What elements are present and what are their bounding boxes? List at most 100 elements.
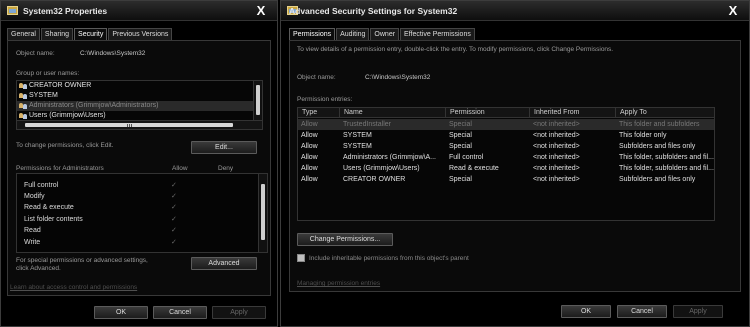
list-item[interactable]: CREATOR OWNER — [17, 81, 253, 91]
cancel-button[interactable]: Cancel — [617, 305, 667, 318]
table-row[interactable]: Allow SYSTEM Special <not inherited> Thi… — [298, 130, 714, 141]
allow-check: ✓ — [171, 216, 177, 223]
cell-apply-to: Subfolders and files only — [619, 143, 696, 150]
cell-inherited-from: <not inherited> — [533, 143, 580, 150]
tab-auditing[interactable]: Auditing — [336, 28, 370, 40]
cell-permission: Special — [449, 121, 472, 128]
tab-permissions[interactable]: Permissions — [289, 28, 336, 40]
cell-permission: Full control — [449, 154, 484, 161]
title-bar[interactable]: System32 Properties X — [1, 1, 277, 21]
object-name-label: Object name: — [16, 50, 55, 57]
cell-name: Administrators (Grimmjow\A... — [343, 154, 436, 161]
allow-check: ✓ — [171, 227, 177, 234]
cell-inherited-from: <not inherited> — [533, 121, 580, 128]
scroll-thumb[interactable] — [256, 85, 260, 115]
include-inheritable-label: Include inheritable permissions from thi… — [309, 255, 469, 262]
group-list: CREATOR OWNER SYSTEM Administrators (Gri… — [16, 80, 263, 130]
column-header-type[interactable]: Type — [298, 108, 340, 118]
include-inheritable-checkbox[interactable] — [297, 254, 305, 262]
cell-apply-to: Subfolders and files only — [619, 176, 696, 183]
deny-header: Deny — [218, 165, 234, 172]
grip — [127, 124, 128, 127]
cell-inherited-from: <not inherited> — [533, 176, 580, 183]
allow-check: ✓ — [171, 193, 177, 200]
ok-button[interactable]: OK — [94, 306, 148, 319]
scroll-thumb[interactable] — [261, 184, 265, 240]
table-row[interactable]: Allow TrustedInstaller Special <not inhe… — [298, 119, 714, 130]
tab-strip: General Sharing Security Previous Versio… — [7, 28, 173, 40]
security-panel: Object name: C:\Windows\System32 Group o… — [7, 40, 271, 296]
tab-strip: Permissions Auditing Owner Effective Per… — [289, 28, 476, 40]
apply-button[interactable]: Apply — [673, 305, 723, 318]
object-name-value: C:\Windows\System32 — [80, 50, 146, 57]
column-header-name[interactable]: Name — [340, 108, 446, 118]
cell-name: SYSTEM — [343, 143, 372, 150]
close-button[interactable]: X — [723, 2, 743, 19]
grip — [129, 124, 130, 127]
permission-list-vscrollbar[interactable] — [258, 174, 267, 252]
group-name: SYSTEM — [29, 92, 58, 99]
cell-type: Allow — [301, 165, 318, 172]
group-list-hscrollbar[interactable] — [17, 120, 262, 129]
window-title: System32 Properties — [23, 6, 108, 16]
tab-previous-versions[interactable]: Previous Versions — [108, 28, 173, 40]
permission-list: Full control ✓ Modify ✓ Read & execute ✓… — [16, 173, 268, 253]
special-permissions-text: For special permissions or advanced sett… — [16, 257, 148, 264]
column-header-inherited-from[interactable]: Inherited From — [530, 108, 616, 118]
cancel-button[interactable]: Cancel — [153, 306, 207, 319]
table-header: Type Name Permission Inherited From Appl… — [298, 108, 714, 118]
permission-name: Read & execute — [24, 204, 74, 211]
group-list-vscrollbar[interactable] — [253, 81, 262, 121]
permissions-header: Permissions for Administrators — [16, 165, 104, 172]
edit-button[interactable]: Edit... — [191, 141, 257, 154]
table-row[interactable]: Allow Administrators (Grimmjow\A... Full… — [298, 152, 714, 163]
cell-inherited-from: <not inherited> — [533, 154, 580, 161]
cell-apply-to: This folder and subfolders — [619, 121, 700, 128]
cell-permission: Special — [449, 143, 472, 150]
table-row[interactable]: Allow CREATOR OWNER Special <not inherit… — [298, 174, 714, 185]
column-header-apply-to[interactable]: Apply To — [616, 108, 716, 118]
window-title: Advanced Security Settings for System32 — [289, 6, 458, 16]
managing-permission-entries-link[interactable]: Managing permission entries — [297, 280, 380, 287]
folder-icon — [7, 6, 18, 15]
change-permissions-hint: To change permissions, click Edit. — [16, 142, 114, 149]
apply-button[interactable]: Apply — [212, 306, 266, 319]
allow-check: ✓ — [171, 204, 177, 211]
cell-name: TrustedInstaller — [343, 121, 391, 128]
user-group-icon — [19, 83, 28, 89]
cell-inherited-from: <not inherited> — [533, 132, 580, 139]
tab-owner[interactable]: Owner — [370, 28, 400, 40]
tab-effective-permissions[interactable]: Effective Permissions — [400, 28, 475, 40]
learn-access-control-link[interactable]: Learn about access control and permissio… — [10, 284, 137, 291]
cell-permission: Special — [449, 176, 472, 183]
title-bar[interactable]: Advanced Security Settings for System32 … — [281, 1, 749, 21]
advanced-button[interactable]: Advanced — [191, 257, 257, 270]
user-group-icon — [19, 103, 28, 109]
cell-apply-to: This folder, subfolders and fil... — [619, 165, 714, 172]
ok-button[interactable]: OK — [561, 305, 611, 318]
special-permissions-text: click Advanced. — [16, 265, 61, 272]
table-row[interactable]: Allow SYSTEM Special <not inherited> Sub… — [298, 141, 714, 152]
cell-type: Allow — [301, 143, 318, 150]
list-item[interactable]: SYSTEM — [17, 91, 253, 101]
permission-entries-label: Permission entries: — [297, 96, 353, 103]
allow-check: ✓ — [171, 182, 177, 189]
column-header-permission[interactable]: Permission — [446, 108, 530, 118]
cell-apply-to: This folder only — [619, 132, 667, 139]
change-permissions-button[interactable]: Change Permissions... — [297, 233, 393, 246]
permission-name: Modify — [24, 193, 45, 200]
intro-text: To view details of a permission entry, d… — [297, 46, 614, 53]
cell-type: Allow — [301, 132, 318, 139]
permission-entries-table: Type Name Permission Inherited From Appl… — [297, 107, 715, 221]
tab-general[interactable]: General — [7, 28, 40, 40]
tab-sharing[interactable]: Sharing — [40, 28, 74, 40]
system32-properties-window: System32 Properties X General Sharing Se… — [0, 0, 278, 327]
cell-type: Allow — [301, 121, 318, 128]
table-row[interactable]: Allow Users (Grimmjow\Users) Read & exec… — [298, 163, 714, 174]
close-button[interactable]: X — [251, 2, 271, 19]
list-item[interactable]: Administrators (Grimmjow\Administrators) — [17, 101, 253, 111]
tab-security[interactable]: Security — [74, 28, 108, 40]
allow-check: ✓ — [171, 239, 177, 246]
object-name-label: Object name: — [297, 74, 336, 81]
permission-name: List folder contents — [24, 216, 83, 223]
